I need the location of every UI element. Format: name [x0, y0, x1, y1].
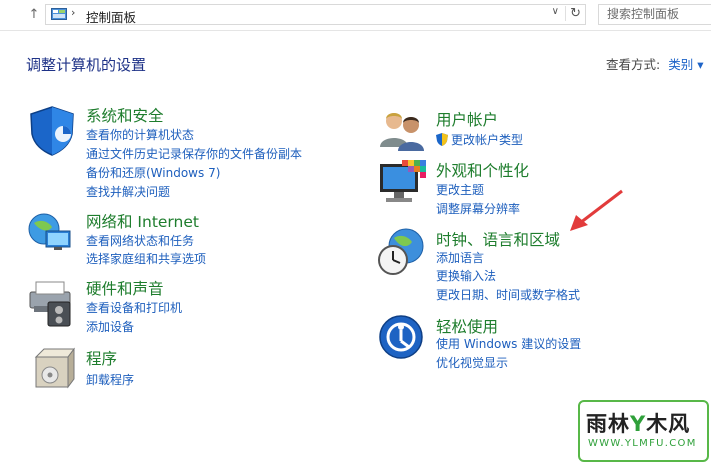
category-link[interactable]: 查找并解决问题 — [86, 183, 170, 200]
category-link[interactable]: 添加语言 — [436, 249, 484, 266]
shield-icon — [30, 106, 74, 156]
category-link[interactable]: 备份和还原(Windows 7) — [86, 164, 220, 181]
watermark-brand: 雨林Y木风 — [586, 412, 691, 436]
watermark-brand-a: 雨林 — [586, 412, 630, 436]
control-panel-icon — [51, 8, 67, 20]
category-link[interactable]: 更改主题 — [436, 181, 484, 198]
breadcrumb[interactable]: 控制面板 — [86, 7, 136, 26]
monitor-palette-icon — [380, 160, 426, 202]
network-globe-icon — [28, 213, 71, 250]
category-link[interactable]: 使用 Windows 建议的设置 — [436, 335, 581, 352]
watermark-logo: 雨林Y木风 WWW.YLMFU.COM — [578, 400, 709, 462]
refresh-button[interactable]: ↻ — [565, 6, 581, 21]
category-title[interactable]: 系统和安全 — [86, 104, 164, 126]
uac-shield-icon — [436, 133, 448, 146]
category-link-label: 更改帐户类型 — [451, 133, 524, 147]
category-link[interactable]: 卸载程序 — [86, 371, 134, 388]
programs-box-icon — [34, 347, 75, 389]
watermark-url: WWW.YLMFU.COM — [588, 438, 697, 449]
category-link[interactable]: 选择家庭组和共享选项 — [86, 250, 206, 267]
category-title[interactable]: 时钟、语言和区域 — [436, 228, 560, 250]
address-bar: ↑ › 控制面板 ∨ ↻ 搜索控制面板 — [0, 0, 711, 31]
category-link[interactable]: 通过文件历史记录保存你的文件备份副本 — [86, 145, 302, 162]
category-title[interactable]: 程序 — [86, 347, 117, 369]
address-box[interactable]: › 控制面板 ∨ ↻ — [45, 4, 586, 25]
annotation-arrow-icon — [570, 189, 623, 231]
category-link[interactable]: 更换输入法 — [436, 267, 496, 284]
category-link[interactable]: 查看你的计算机状态 — [86, 126, 194, 143]
category-link[interactable]: 查看网络状态和任务 — [86, 232, 194, 249]
users-icon — [380, 113, 424, 151]
category-link[interactable]: 更改帐户类型 — [436, 131, 523, 148]
path-separator: › — [71, 6, 76, 19]
category-link[interactable]: 更改日期、时间或数字格式 — [436, 286, 580, 303]
category-title[interactable]: 用户帐户 — [436, 108, 498, 130]
ease-of-access-icon — [379, 315, 423, 359]
view-dropdown[interactable]: 类别 ▾ — [668, 57, 703, 72]
category-link[interactable]: 优化视觉显示 — [436, 354, 508, 371]
watermark-brand-b: 木风 — [646, 412, 691, 436]
category-link[interactable]: 查看设备和打印机 — [86, 299, 182, 316]
view-label: 查看方式: — [606, 57, 661, 72]
category-title[interactable]: 网络和 Internet — [86, 210, 199, 232]
chevron-down-icon[interactable]: ∨ — [552, 6, 559, 17]
category-title[interactable]: 硬件和声音 — [86, 277, 164, 299]
view-mode: 查看方式: 类别 ▾ — [606, 54, 703, 73]
category-title[interactable]: 轻松使用 — [436, 315, 498, 337]
search-input[interactable]: 搜索控制面板 — [598, 4, 711, 25]
printer-speaker-icon — [29, 281, 71, 327]
category-link[interactable]: 添加设备 — [86, 318, 134, 335]
page-title: 调整计算机的设置 — [26, 56, 147, 74]
category-link[interactable]: 调整屏幕分辨率 — [436, 200, 520, 217]
clock-globe-icon — [378, 228, 424, 275]
category-title[interactable]: 外观和个性化 — [436, 159, 529, 181]
up-arrow-button[interactable]: ↑ — [26, 6, 42, 24]
